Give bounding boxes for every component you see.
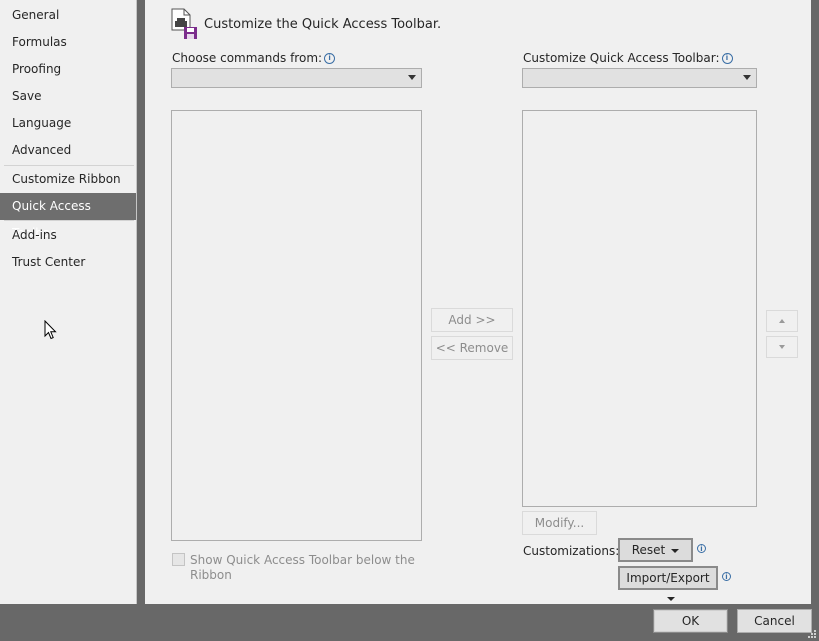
- arrow-down-icon: [779, 345, 785, 349]
- show-below-ribbon-checkbox[interactable]: [172, 553, 185, 566]
- info-icon: i: [721, 53, 733, 64]
- remove-button[interactable]: << Remove: [431, 336, 513, 360]
- reset-label: Reset: [631, 543, 666, 557]
- sidebar-item-quick-access-toolbar[interactable]: Quick Access Toolbar: [0, 193, 136, 240]
- move-down-button[interactable]: [766, 336, 798, 358]
- chevron-down-icon: [671, 548, 680, 553]
- chevron-down-icon: [408, 75, 416, 80]
- import-export-dropdown-button[interactable]: Import/Export: [618, 566, 718, 601]
- quick-access-toolbar-icon: [171, 8, 197, 39]
- sidebar-item-trust-center[interactable]: Trust Center: [0, 249, 136, 276]
- chevron-down-icon: [667, 596, 675, 601]
- toolbar-commands-list[interactable]: [522, 110, 757, 507]
- options-sidebar: General Formulas Proofing Save Language …: [0, 0, 137, 604]
- arrow-up-icon: [779, 319, 785, 323]
- show-below-ribbon-label-line2: Ribbon: [190, 568, 232, 582]
- show-below-ribbon-label-line1: Show Quick Access Toolbar below the: [190, 553, 415, 567]
- page-title: Customize the Quick Access Toolbar.: [204, 17, 442, 32]
- choose-commands-dropdown[interactable]: [171, 68, 422, 88]
- sidebar-item-add-ins[interactable]: Add-ins: [0, 222, 136, 249]
- sidebar-item-proofing[interactable]: Proofing: [0, 56, 136, 83]
- info-icon: i: [324, 53, 336, 64]
- move-up-button[interactable]: [766, 310, 798, 332]
- import-export-label: Import/Export: [626, 571, 710, 585]
- mouse-cursor-icon: [44, 320, 57, 340]
- customize-qat-dropdown[interactable]: [522, 68, 757, 88]
- sidebar-item-language[interactable]: Language: [0, 110, 136, 137]
- add-button[interactable]: Add >>: [431, 308, 513, 332]
- sidebar-item-customize-ribbon[interactable]: Customize Ribbon: [0, 166, 136, 193]
- available-commands-list[interactable]: [171, 110, 422, 541]
- customize-qat-text: Customize Quick Access Toolbar:: [523, 51, 720, 65]
- choose-commands-label: Choose commands from: i: [172, 51, 336, 65]
- chevron-down-icon: [743, 75, 751, 80]
- info-icon: i: [697, 544, 706, 553]
- cancel-button[interactable]: Cancel: [737, 609, 812, 633]
- resize-grip-icon[interactable]: [807, 629, 817, 639]
- sidebar-item-general[interactable]: General: [0, 2, 136, 29]
- main-panel: Customize the Quick Access Toolbar. Choo…: [145, 0, 811, 604]
- sidebar-item-save[interactable]: Save: [0, 83, 136, 110]
- sidebar-item-advanced[interactable]: Advanced: [0, 137, 136, 164]
- sidebar-divider: [4, 220, 134, 221]
- customize-qat-label: Customize Quick Access Toolbar: i: [523, 51, 733, 65]
- modify-button[interactable]: Modify...: [522, 511, 597, 535]
- ok-button[interactable]: OK: [653, 609, 728, 633]
- customizations-label: Customizations:: [523, 544, 620, 558]
- info-icon: i: [722, 572, 731, 581]
- choose-commands-text: Choose commands from:: [172, 51, 323, 65]
- reset-dropdown-button[interactable]: Reset: [618, 538, 693, 562]
- sidebar-item-formulas[interactable]: Formulas: [0, 29, 136, 56]
